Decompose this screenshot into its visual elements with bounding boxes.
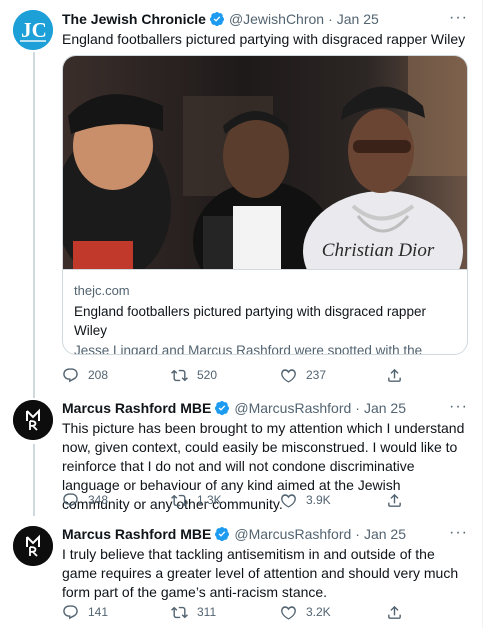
like-icon — [281, 605, 296, 620]
separator-dot: · — [328, 11, 333, 27]
like-icon — [281, 493, 296, 508]
author-name[interactable]: The Jewish Chronicle — [62, 10, 206, 28]
verified-badge-icon — [215, 401, 230, 416]
retweet-button[interactable]: 1.3K — [171, 490, 222, 510]
separator-dot: · — [355, 400, 360, 416]
retweet-icon — [171, 494, 188, 506]
share-button[interactable] — [386, 490, 412, 510]
share-icon — [388, 368, 401, 382]
reply-count: 348 — [88, 493, 109, 507]
tweet-header: Marcus Rashford MBE @MarcusRashford · Ja… — [62, 525, 457, 543]
svg-text:Christian Dior: Christian Dior — [322, 240, 435, 261]
reply-icon — [63, 367, 78, 382]
separator-dot: · — [355, 526, 360, 542]
tweet-text: I truly believe that tackling antisemiti… — [62, 546, 459, 600]
tweet-header: Marcus Rashford MBE @MarcusRashford · Ja… — [62, 399, 457, 417]
share-icon — [388, 493, 401, 507]
retweet-button[interactable]: 311 — [171, 602, 216, 622]
retweet-icon — [171, 606, 188, 618]
jc-avatar[interactable]: JC — [13, 10, 53, 50]
thread-connector — [33, 444, 35, 516]
author-name[interactable]: Marcus Rashford MBE — [62, 525, 211, 543]
tweet-header: The Jewish Chronicle @JewishChron · Jan … — [62, 10, 457, 28]
more-icon[interactable]: ··· — [449, 525, 467, 546]
tweet-actions: 141 311 3.2K — [62, 602, 422, 622]
mr-logo-icon — [13, 400, 53, 440]
like-count: 3.2K — [306, 605, 331, 619]
reply-icon — [63, 604, 78, 619]
mr-logo-icon — [13, 526, 53, 566]
author-handle[interactable]: @MarcusRashford — [234, 525, 351, 543]
card-body: thejc.com England footballers pictured p… — [63, 269, 467, 355]
tweet-text: England footballers pictured partying wi… — [62, 31, 466, 47]
card-title: England footballers pictured partying wi… — [74, 304, 426, 338]
tweet-jewish-chronicle[interactable]: JC The Jewish Chronicle @JewishChron · J… — [0, 0, 483, 398]
retweet-count: 311 — [197, 605, 217, 619]
card-domain: thejc.com — [74, 283, 130, 298]
reply-count: 208 — [88, 368, 109, 382]
tweet-date[interactable]: Jan 25 — [364, 525, 406, 543]
like-button[interactable]: 3.9K — [280, 490, 331, 510]
verified-badge-icon — [209, 12, 224, 27]
tweet-date[interactable]: Jan 25 — [337, 10, 379, 28]
card-description: Jesse Lingard and Marcus Rashford were s… — [74, 343, 423, 355]
share-button[interactable] — [386, 602, 412, 622]
thread-connector — [33, 52, 35, 398]
tweet-actions: 348 1.3K 3.9K — [62, 490, 422, 510]
svg-text:JC: JC — [21, 18, 47, 42]
tweet-date[interactable]: Jan 25 — [364, 399, 406, 417]
reply-button[interactable]: 348 — [62, 490, 108, 510]
tweet-rashford-2[interactable]: Marcus Rashford MBE @MarcusRashford · Ja… — [0, 524, 483, 628]
share-button[interactable] — [386, 365, 412, 385]
reply-button[interactable]: 141 — [62, 602, 108, 622]
link-card[interactable]: Christian Dior thejc.com England footbal… — [62, 55, 468, 355]
mr-avatar[interactable] — [13, 526, 53, 566]
like-count: 237 — [306, 368, 327, 382]
reply-count: 141 — [88, 605, 109, 619]
card-photo: Christian Dior — [63, 56, 467, 269]
author-handle[interactable]: @JewishChron — [229, 10, 324, 28]
like-icon — [281, 368, 296, 383]
retweet-count: 520 — [197, 368, 218, 382]
retweet-button[interactable]: 520 — [171, 365, 217, 385]
tweet-actions: 208 520 237 — [62, 365, 422, 385]
author-handle[interactable]: @MarcusRashford — [234, 399, 351, 417]
more-icon[interactable]: ··· — [449, 10, 467, 31]
verified-badge-icon — [215, 527, 230, 542]
like-button[interactable]: 237 — [280, 365, 326, 385]
retweet-count: 1.3K — [197, 493, 222, 507]
author-name[interactable]: Marcus Rashford MBE — [62, 399, 211, 417]
mr-avatar[interactable] — [13, 400, 53, 440]
tweet-rashford-1[interactable]: Marcus Rashford MBE @MarcusRashford · Ja… — [0, 398, 483, 516]
more-icon[interactable]: ··· — [449, 399, 467, 420]
like-count: 3.9K — [306, 493, 331, 507]
share-icon — [388, 605, 401, 619]
reply-button[interactable]: 208 — [62, 365, 108, 385]
jc-logo-icon: JC — [13, 10, 53, 50]
retweet-icon — [171, 369, 188, 381]
reply-icon — [63, 492, 78, 507]
like-button[interactable]: 3.2K — [280, 602, 331, 622]
